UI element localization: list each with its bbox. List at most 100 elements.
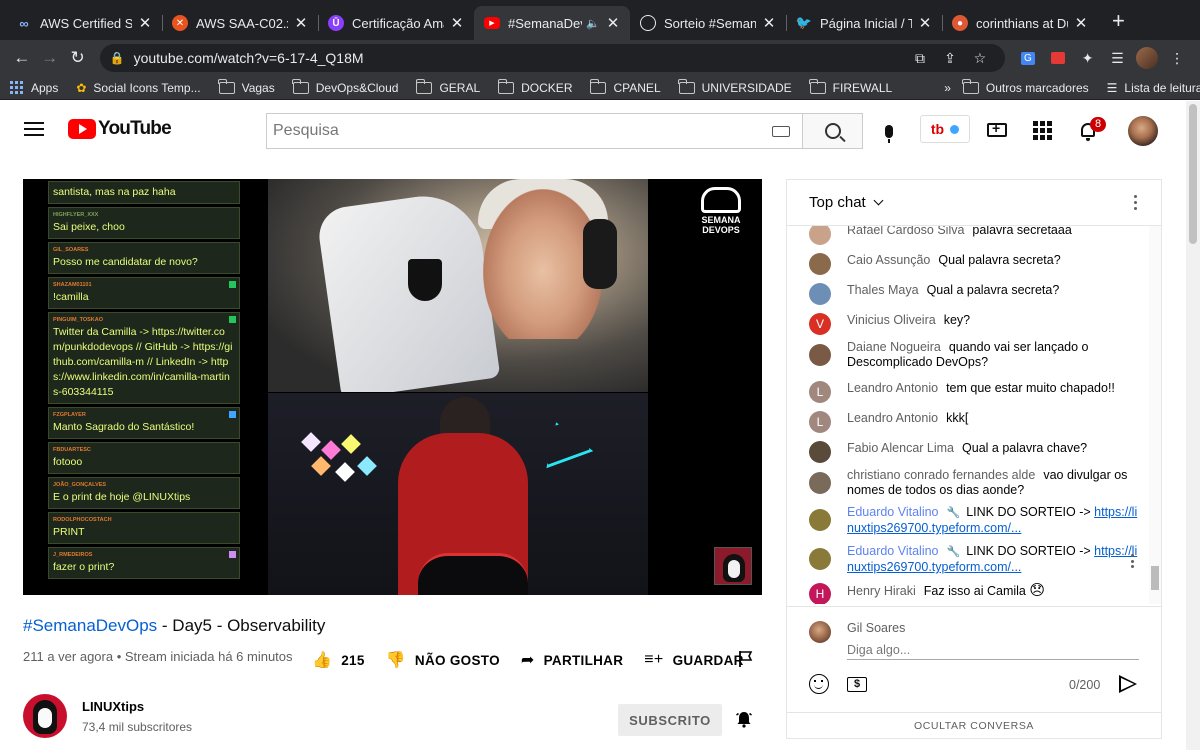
bookmark-social-icons[interactable]: ✿ Social Icons Temp...	[76, 81, 200, 95]
lock-icon[interactable]: 🔒	[110, 51, 128, 65]
wrench-icon: 🔧	[946, 507, 961, 519]
reading-list-icon[interactable]: ☰	[1102, 44, 1132, 72]
create-video-button[interactable]	[985, 119, 1009, 141]
reload-button[interactable]: ↻	[64, 44, 92, 72]
profile-avatar[interactable]	[1132, 44, 1162, 72]
search-input[interactable]	[267, 114, 772, 148]
status-dot-icon	[950, 124, 960, 134]
close-icon[interactable]: ✕	[450, 14, 464, 32]
keyboard-icon[interactable]	[772, 125, 790, 137]
puzzle-extensions-icon[interactable]: ✦	[1073, 44, 1103, 72]
webcam-feed-guest	[268, 393, 648, 595]
folder-icon	[962, 78, 979, 94]
voice-search-button[interactable]	[872, 114, 906, 148]
close-icon[interactable]: ✕	[138, 14, 152, 32]
bookmarks-overflow[interactable]: »	[944, 81, 951, 95]
open-in-app-icon[interactable]: ⧉	[905, 50, 935, 67]
stream-chat-message: FBDUARTESC fotooo	[48, 442, 240, 474]
stream-chat-message: RODOLPHOCOSTACH PRINT	[48, 512, 240, 544]
hamburger-menu-icon[interactable]	[24, 122, 44, 136]
forward-button[interactable]: →	[36, 44, 64, 72]
send-icon[interactable]	[1119, 675, 1137, 693]
bookmark-folder[interactable]: DevOps&Cloud	[292, 78, 398, 95]
browser-tab[interactable]: Ū Certificação Ama ✕	[318, 6, 474, 40]
bookmark-apps[interactable]: Apps	[10, 81, 58, 95]
channel-avatar[interactable]	[23, 694, 67, 738]
star-icon[interactable]: ☆	[965, 50, 995, 67]
hashtag-link[interactable]: #SemanaDevOps	[23, 616, 157, 635]
chair-shape	[418, 553, 528, 595]
other-bookmarks[interactable]: Outros marcadores	[962, 78, 1089, 95]
avatar	[809, 548, 831, 570]
folder-icon	[218, 78, 235, 94]
close-icon[interactable]: ✕	[294, 14, 308, 32]
chat-message-input[interactable]	[847, 640, 1139, 660]
menu-dots-icon[interactable]: ⋮	[1162, 44, 1192, 72]
playlist-add-icon: ≡+	[644, 651, 664, 668]
live-chat-header: Top chat	[787, 180, 1161, 226]
browser-tab[interactable]: ✕AWS SAA-C02.xm✕	[162, 6, 318, 40]
share-icon[interactable]: ⇪	[935, 50, 965, 67]
share-button[interactable]: ➦ PARTILHAR	[521, 650, 623, 670]
channel-name[interactable]: LINUXtips	[82, 699, 192, 714]
page-scrollbar-thumb[interactable]	[1189, 104, 1197, 244]
message-options-icon[interactable]	[1131, 554, 1134, 568]
bookmark-folder[interactable]: Vagas	[218, 78, 275, 95]
reading-list[interactable]: ☰ Lista de leitura	[1107, 81, 1200, 95]
close-icon[interactable]: ✕	[1074, 14, 1088, 32]
like-button[interactable]: 👍 215	[312, 650, 365, 670]
speaker-icon[interactable]: 🔈	[586, 17, 600, 30]
bookmark-folder[interactable]: UNIVERSIDADE	[678, 78, 792, 95]
browser-tab[interactable]: 🐦Página Inicial / Tw✕	[786, 6, 942, 40]
new-tab-button[interactable]: +	[1098, 6, 1139, 40]
browser-tab[interactable]: ∞AWS Certified Sol✕	[6, 6, 162, 40]
chat-message: V Vinicius Oliveira key?	[809, 313, 1139, 335]
sad-face-icon: 😞	[1029, 582, 1046, 599]
bookmark-folder[interactable]: GERAL	[415, 78, 480, 95]
translate-extension-icon[interactable]: G	[1013, 44, 1043, 72]
notification-bell-icon[interactable]	[735, 710, 753, 728]
search-button[interactable]	[803, 113, 863, 149]
close-icon[interactable]: ✕	[762, 14, 776, 32]
browser-tab-active[interactable]: ▶ #SemanaDev 🔈 ✕	[474, 6, 630, 40]
emoji-icon[interactable]	[809, 674, 829, 694]
red-extension-icon[interactable]	[1043, 44, 1073, 72]
super-chat-icon[interactable]: $	[847, 677, 867, 692]
save-button[interactable]: ≡+ GUARDAR	[644, 651, 743, 669]
subscribe-button[interactable]: SUBSCRITO	[618, 704, 722, 736]
chat-scrollbar-thumb[interactable]	[1151, 566, 1159, 590]
more-options-icon[interactable]	[1134, 195, 1137, 210]
back-button[interactable]: ←	[8, 44, 36, 72]
chevron-down-icon[interactable]	[873, 195, 884, 206]
composer-avatar	[809, 621, 831, 643]
browser-tab[interactable]: ●corinthians at Duc✕	[942, 6, 1098, 40]
extension-button[interactable]: tb	[920, 115, 970, 143]
video-player[interactable]: santista, mas na paz haha HIGHFLYER_XXX S…	[23, 179, 762, 595]
avatar	[809, 253, 831, 275]
user-avatar[interactable]	[1128, 116, 1158, 146]
report-flag-icon[interactable]	[738, 650, 754, 668]
address-bar[interactable]: 🔒 youtube.com/watch?v=6-17-4_Q18M ⧉ ⇪ ☆	[99, 44, 1005, 72]
bookmarks-bar: Apps ✿ Social Icons Temp... Vagas DevOps&…	[0, 76, 1200, 100]
avatar: L	[809, 381, 831, 403]
stream-chat-message: J_RMEDEIROS fazer o print?	[48, 547, 240, 579]
folder-icon	[809, 78, 826, 94]
hide-chat-button[interactable]: OCULTAR CONVERSA	[787, 712, 1161, 738]
top-chat-selector[interactable]: Top chat	[809, 194, 866, 211]
close-icon[interactable]: ✕	[918, 14, 932, 32]
youtube-logo[interactable]: YouTube	[68, 118, 172, 140]
dislike-button[interactable]: 👎 NÃO GOSTO	[386, 650, 500, 670]
circle-icon	[640, 15, 656, 31]
chat-scrollbar-track[interactable]	[1149, 226, 1161, 604]
light-panel-shape	[357, 456, 377, 476]
close-icon[interactable]: ✕	[606, 14, 620, 32]
browser-tab[interactable]: Sorteio #Semana ✕	[630, 6, 786, 40]
url-text[interactable]: youtube.com/watch?v=6-17-4_Q18M	[134, 50, 905, 66]
folder-icon	[678, 78, 695, 94]
bookmark-folder[interactable]: CPANEL	[589, 78, 661, 95]
bookmark-folder[interactable]: DOCKER	[497, 78, 572, 95]
browser-tab-strip: ∞AWS Certified Sol✕ ✕AWS SAA-C02.xm✕ ŪCe…	[0, 0, 1200, 40]
stream-chat-message: santista, mas na paz haha	[48, 181, 240, 204]
apps-button[interactable]	[1030, 119, 1054, 141]
bookmark-folder[interactable]: FIREWALL	[809, 78, 892, 95]
